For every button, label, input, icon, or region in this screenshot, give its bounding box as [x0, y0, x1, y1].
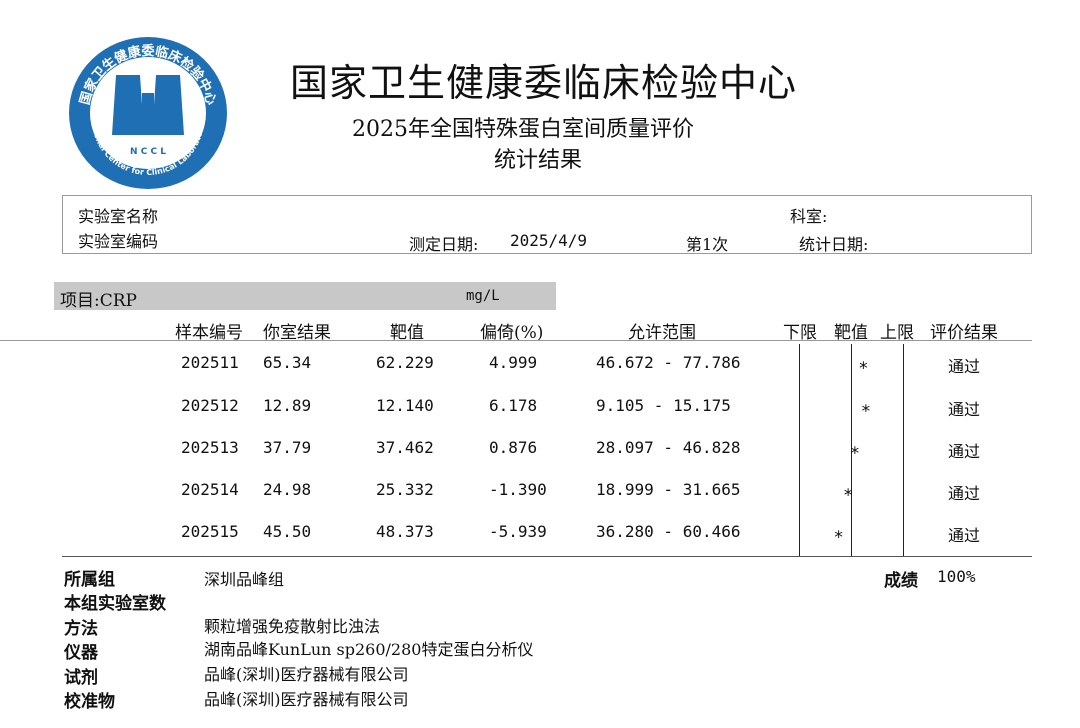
score-value: 100%: [937, 567, 976, 586]
cell-your-result: 37.79: [263, 438, 312, 457]
project-label: 项目:CRP: [60, 291, 137, 311]
cell-range: 9.105 - 15.175: [596, 396, 731, 415]
cell-target: 62.229: [376, 353, 434, 372]
cell-target: 25.332: [376, 480, 434, 499]
cell-your-result: 24.98: [263, 480, 312, 499]
bias-marker: ⁎: [834, 522, 843, 543]
report-subtitle: 统计结果: [494, 148, 583, 173]
calibrator-value: 品峰(深圳)医疗器械有限公司: [204, 690, 409, 709]
test-date-label: 测定日期:: [409, 235, 479, 254]
method-value: 颗粒增强免疫散射比浊法: [204, 617, 381, 636]
reagent-value: 品峰(深圳)医疗器械有限公司: [204, 665, 409, 684]
cell-target: 12.140: [376, 396, 434, 415]
cell-sample-id: 202515: [181, 522, 239, 541]
lab-code-label: 实验室编码: [78, 232, 159, 251]
logo-letters: N C C L: [130, 147, 166, 157]
bias-marker: ⁎: [850, 438, 860, 459]
bias-marker: ⁎: [861, 396, 871, 417]
cell-range: 36.280 - 60.466: [596, 522, 741, 541]
cell-bias: 6.178: [489, 396, 538, 415]
group-value: 深圳品峰组: [204, 570, 285, 589]
cell-evaluation: 通过: [948, 357, 981, 376]
nccl-logo: 国家卫生健康委临床检验中心 National Center for Clinic…: [66, 33, 227, 189]
cell-evaluation: 通过: [948, 400, 981, 419]
cell-range: 18.999 - 31.665: [596, 480, 741, 499]
cell-sample-id: 202514: [181, 480, 239, 499]
cell-target: 48.373: [376, 522, 434, 541]
cell-bias: 4.999: [489, 353, 538, 372]
table-top-rule: [0, 340, 1032, 341]
org-name: 国家卫生健康委临床检验中心: [290, 61, 798, 105]
cell-your-result: 65.34: [263, 353, 312, 372]
report-title: 2025年全国特殊蛋白室间质量评价: [352, 117, 694, 142]
group-label: 所属组: [64, 570, 115, 590]
method-label: 方法: [64, 619, 98, 639]
bias-marker: ⁎: [843, 480, 853, 501]
table-bottom-rule: [62, 556, 1032, 557]
lower-limit-line: [799, 344, 800, 556]
stat-date-label: 统计日期:: [799, 235, 869, 254]
instrument-value: 湖南品峰KunLun sp260/280特定蛋白分析仪: [204, 640, 534, 659]
cell-bias: -1.390: [489, 480, 547, 499]
cell-range: 28.097 - 46.828: [596, 438, 741, 457]
cell-target: 37.462: [376, 438, 434, 457]
bias-marker: ⁎: [859, 353, 868, 374]
calibrator-label: 校准物: [64, 692, 115, 712]
test-date-value: 2025/4/9: [510, 231, 588, 250]
score-label: 成绩: [884, 571, 918, 591]
cell-range: 46.672 - 77.786: [596, 353, 741, 372]
lab-count-label: 本组实验室数: [64, 594, 166, 614]
reagent-label: 试剂: [64, 668, 98, 688]
cell-sample-id: 202511: [181, 353, 239, 372]
instrument-label: 仪器: [64, 643, 98, 663]
cell-sample-id: 202513: [181, 438, 239, 457]
unit-label: mg/L: [466, 288, 500, 304]
cell-bias: -5.939: [489, 522, 547, 541]
cell-bias: 0.876: [489, 438, 538, 457]
upper-limit-line: [903, 344, 904, 556]
dept-label: 科室:: [790, 207, 828, 226]
cell-your-result: 12.89: [263, 396, 312, 415]
cell-sample-id: 202512: [181, 396, 239, 415]
round-label: 第1次: [686, 235, 729, 254]
cell-evaluation: 通过: [948, 526, 981, 545]
cell-evaluation: 通过: [948, 442, 981, 461]
lab-name-label: 实验室名称: [78, 207, 159, 226]
cell-your-result: 45.50: [263, 522, 312, 541]
cell-evaluation: 通过: [948, 484, 981, 503]
